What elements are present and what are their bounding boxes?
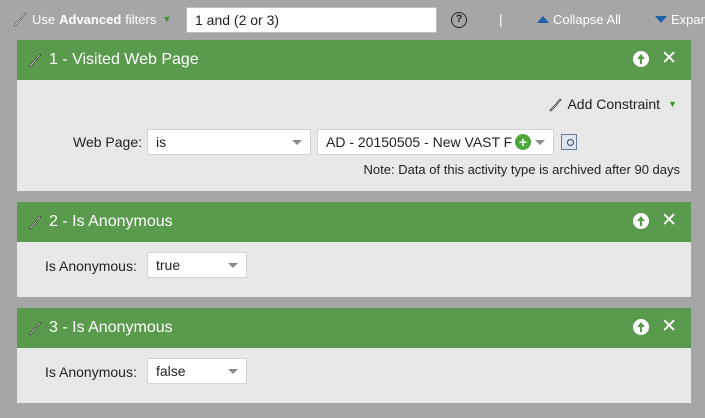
close-icon[interactable]: ✕: [661, 211, 677, 230]
wrench-icon: [549, 97, 563, 112]
close-icon[interactable]: ✕: [661, 49, 677, 68]
dropdown-arrow-icon: ▼: [668, 99, 677, 109]
web-page-label: Web Page:: [73, 134, 143, 150]
wrench-icon: [28, 53, 42, 68]
expand-all-label: Expar: [671, 12, 705, 27]
add-constraint-label: Add Constraint: [567, 96, 661, 112]
collapse-all-label: Collapse All: [553, 12, 621, 27]
chevron-down-icon: [535, 140, 545, 145]
is-anonymous-select[interactable]: true: [147, 252, 247, 278]
is-anonymous-label: Is Anonymous:: [45, 258, 137, 274]
expand-arrow-icon: [655, 16, 667, 23]
wrench-icon: [28, 321, 42, 336]
filter-header-2[interactable]: 2 - Is Anonymous ✕: [17, 202, 691, 242]
move-up-icon[interactable]: [633, 213, 650, 229]
move-up-icon[interactable]: [633, 319, 650, 335]
toolbar-separator: |: [499, 11, 503, 27]
filter-toolbar: Use Advanced filters ▼ ? | Collapse All …: [0, 0, 705, 40]
operator-select[interactable]: is: [147, 129, 311, 155]
filter-header-3[interactable]: 3 - Is Anonymous ✕: [17, 308, 691, 348]
is-anonymous-select[interactable]: false: [147, 358, 247, 384]
chevron-down-icon: [228, 369, 238, 374]
is-anonymous-value: true: [156, 257, 181, 273]
expand-all-button[interactable]: Expar: [655, 12, 705, 27]
collapse-arrow-icon: [537, 16, 549, 23]
operator-value: is: [156, 134, 167, 150]
advanced-suffix: filters: [125, 11, 157, 27]
filter-title: 1 - Visited Web Page: [49, 51, 199, 68]
wrench-icon: [13, 12, 27, 27]
advanced-bold: Advanced: [59, 11, 122, 27]
lookup-icon[interactable]: [561, 134, 577, 150]
collapse-all-button[interactable]: Collapse All: [537, 12, 621, 27]
dropdown-arrow-icon: ▼: [162, 14, 172, 24]
add-value-icon[interactable]: +: [515, 134, 531, 150]
is-anonymous-label: Is Anonymous:: [45, 364, 137, 380]
filter-title: 3 - Is Anonymous: [49, 319, 173, 336]
filter-title: 2 - Is Anonymous: [49, 213, 173, 230]
close-icon[interactable]: ✕: [661, 317, 677, 336]
filter-panel-2: 2 - Is Anonymous ✕ Is Anonymous: true: [17, 202, 691, 297]
archive-note: Note: Data of this activity type is arch…: [363, 162, 680, 177]
move-up-icon[interactable]: [633, 51, 650, 67]
filter-panel-1: 1 - Visited Web Page ✕ Add Constraint ▼ …: [17, 40, 691, 191]
web-page-value: AD - 20150505 - New VAST F: [326, 134, 513, 150]
is-anonymous-value: false: [156, 363, 186, 379]
wrench-icon: [28, 215, 42, 230]
add-constraint-button[interactable]: Add Constraint ▼: [548, 96, 677, 112]
filter-header-1[interactable]: 1 - Visited Web Page ✕: [17, 40, 691, 80]
use-advanced-filters-toggle[interactable]: Use Advanced filters ▼: [12, 11, 171, 27]
help-icon[interactable]: ?: [451, 12, 467, 28]
filter-logic-input[interactable]: [186, 7, 437, 33]
filter-panel-3: 3 - Is Anonymous ✕ Is Anonymous: false: [17, 308, 691, 403]
chevron-down-icon: [292, 140, 302, 145]
advanced-prefix: Use: [32, 11, 56, 27]
chevron-down-icon: [228, 263, 238, 268]
